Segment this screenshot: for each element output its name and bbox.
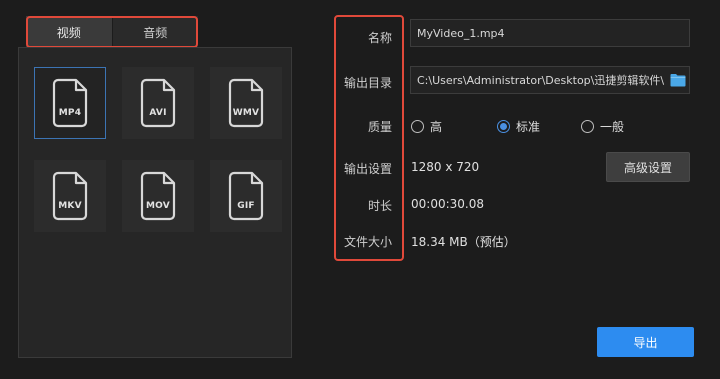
format-label: GIF <box>237 201 255 211</box>
file-icon <box>228 171 264 221</box>
format-label: WMV <box>232 108 260 118</box>
quality-standard-label: 标准 <box>516 120 541 134</box>
file-icon <box>52 171 88 221</box>
file-size-label: 文件大小 <box>343 235 392 249</box>
format-label: MP4 <box>58 108 82 118</box>
format-tabs: 视频 音频 <box>26 16 198 48</box>
format-label: AVI <box>149 108 167 118</box>
export-button[interactable]: 导出 <box>597 327 694 357</box>
quality-high-label: 高 <box>430 120 443 134</box>
radio-button[interactable] <box>581 120 594 133</box>
format-wmv[interactable]: WMV <box>210 67 282 139</box>
format-mp4[interactable]: MP4 <box>34 67 106 139</box>
folder-icon[interactable] <box>670 73 686 87</box>
format-avi[interactable]: AVI <box>122 67 194 139</box>
file-icon <box>140 171 176 221</box>
output-dir-label: 输出目录 <box>343 76 392 90</box>
format-gif[interactable]: GIF <box>210 160 282 232</box>
tab-video[interactable]: 视频 <box>26 16 112 48</box>
output-dir-input[interactable]: C:\Users\Administrator\Desktop\迅捷剪辑软件\ <box>410 66 690 94</box>
duration-label: 时长 <box>367 199 392 213</box>
quality-standard-option[interactable]: 标准 <box>497 118 540 135</box>
resolution-value: 1280 x 720 <box>411 160 480 174</box>
advanced-settings-button[interactable]: 高级设置 <box>606 152 690 182</box>
file-size-value: 18.34 MB（预估） <box>411 235 516 249</box>
name-label: 名称 <box>367 31 392 45</box>
file-icon <box>140 78 176 128</box>
radio-button[interactable] <box>497 120 510 133</box>
filename-input[interactable]: MyVideo_1.mp4 <box>410 19 690 47</box>
format-mkv[interactable]: MKV <box>34 160 106 232</box>
quality-label: 质量 <box>367 120 392 134</box>
output-settings-label: 输出设置 <box>343 162 392 176</box>
file-icon <box>52 78 88 128</box>
radio-button[interactable] <box>411 120 424 133</box>
duration-value: 00:00:30.08 <box>411 197 484 211</box>
quality-normal-option[interactable]: 一般 <box>581 118 624 135</box>
quality-normal-label: 一般 <box>600 120 625 134</box>
tab-audio[interactable]: 音频 <box>111 16 199 48</box>
format-mov[interactable]: MOV <box>122 160 194 232</box>
format-label: MKV <box>58 201 82 211</box>
format-label: MOV <box>146 201 170 211</box>
labels-highlight-box <box>334 15 404 261</box>
file-icon <box>228 78 264 128</box>
format-panel: MP4 AVI WMV MKV MOV GIF <box>18 47 292 358</box>
quality-high-option[interactable]: 高 <box>411 118 442 135</box>
